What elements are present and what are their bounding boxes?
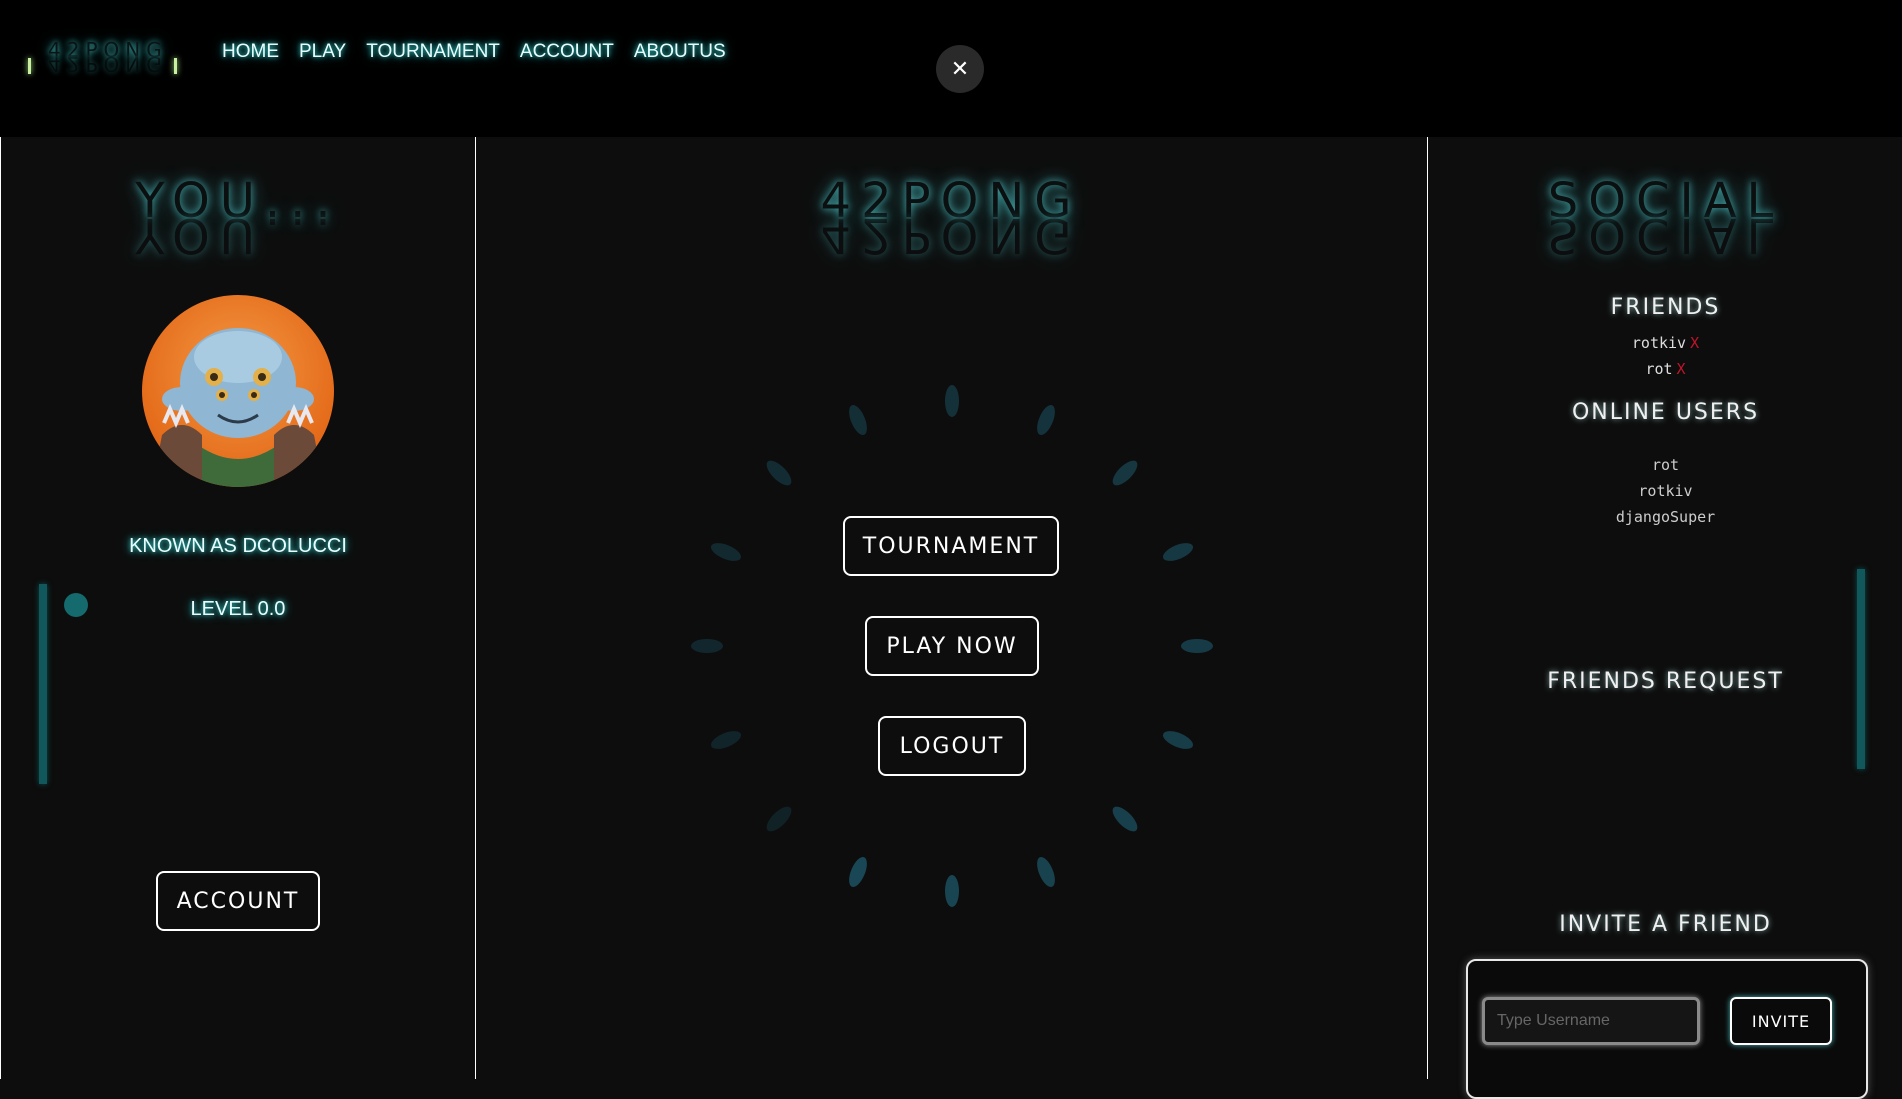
spinner-segment: [1181, 639, 1213, 653]
decorative-paddle: [39, 584, 47, 784]
avatar: [142, 295, 334, 487]
invite-form: INVITE: [1466, 959, 1868, 1099]
invite-button[interactable]: INVITE: [1730, 997, 1832, 1045]
friend-item: rotkiv X: [1428, 334, 1902, 352]
account-button[interactable]: ACCOUNT: [156, 871, 320, 931]
nav-aboutus[interactable]: ABOUTUS: [634, 41, 726, 63]
spinner-segment: [1033, 854, 1059, 890]
nav-account[interactable]: ACCOUNT: [520, 41, 614, 63]
main-nav: HOME PLAY TOURNAMENT ACCOUNT ABOUTUS: [222, 41, 726, 63]
spinner-segment: [1160, 539, 1196, 565]
invite-username-input[interactable]: [1482, 997, 1700, 1045]
tournament-button[interactable]: TOURNAMENT: [843, 516, 1059, 576]
social-heading: SOCIAL SOCIAL: [1428, 177, 1902, 263]
remove-friend-button[interactable]: X: [1690, 334, 1699, 352]
online-user-item[interactable]: rot: [1428, 456, 1902, 474]
online-users-title: ONLINE USERS: [1571, 400, 1760, 425]
play-now-button[interactable]: PLAY NOW: [865, 616, 1039, 676]
friends-request-title: FRIENDS REQUEST: [1547, 669, 1784, 694]
logo-reflection: 42PONG: [48, 52, 168, 76]
main-heading: 42PONG 42PONG: [476, 177, 1426, 263]
social-heading-reflection: SOCIAL: [1547, 207, 1784, 263]
username-label: KNOWN AS DCOLUCCI: [129, 535, 347, 557]
spinner-segment: [708, 539, 744, 565]
nav-home[interactable]: HOME: [222, 41, 279, 63]
profile-heading: YOU... YOU...: [1, 177, 475, 263]
close-icon: ✕: [950, 56, 970, 82]
friend-name[interactable]: rot: [1645, 360, 1672, 378]
online-user-item[interactable]: djangoSuper: [1428, 508, 1902, 526]
friends-title: FRIENDS: [1610, 295, 1721, 320]
nav-play[interactable]: PLAY: [299, 41, 346, 63]
logo-left-paddle: [28, 58, 31, 74]
spinner-segment: [1108, 456, 1142, 490]
spinner-segment: [1033, 402, 1059, 438]
spinner-segment: [708, 727, 744, 753]
avatar-illustration: [152, 328, 324, 487]
spinner-segment: [1160, 727, 1196, 753]
spinner-segment: [762, 802, 796, 836]
top-navbar: 42PONG 42PONG HOME PLAY TOURNAMENT ACCOU…: [0, 0, 1902, 137]
spinner-segment: [691, 639, 723, 653]
main-panel: 42PONG 42PONG TOURNAMENT PLAY NOW LOGOUT: [476, 137, 1426, 1079]
profile-panel: YOU... YOU... KNOWN AS DCOLUCCI LEVEL 0.…: [0, 137, 476, 1079]
spinner-segment: [945, 875, 959, 907]
online-user-item[interactable]: rotkiv: [1428, 482, 1902, 500]
main-heading-reflection: 42PONG: [820, 207, 1082, 263]
profile-heading-reflection: YOU...: [135, 207, 341, 263]
spinner-segment: [762, 456, 796, 490]
remove-friend-button[interactable]: X: [1677, 360, 1686, 378]
decorative-ball: [64, 593, 88, 617]
spinner-segment: [845, 402, 871, 438]
friend-item: rot X: [1428, 360, 1902, 378]
close-button[interactable]: ✕: [936, 45, 984, 93]
nav-tournament[interactable]: TOURNAMENT: [366, 41, 500, 63]
spinner-segment: [1108, 802, 1142, 836]
logo-right-paddle: [174, 58, 177, 74]
logo[interactable]: 42PONG 42PONG: [28, 38, 180, 80]
invite-friend-title: INVITE A FRIEND: [1559, 912, 1772, 937]
social-panel: SOCIAL SOCIAL FRIENDS rotkiv X rot X ONLIN…: [1427, 137, 1902, 1099]
spinner-segment: [945, 385, 959, 417]
spinner-segment: [845, 854, 871, 890]
logout-button[interactable]: LOGOUT: [878, 716, 1026, 776]
friend-name[interactable]: rotkiv: [1632, 334, 1686, 352]
